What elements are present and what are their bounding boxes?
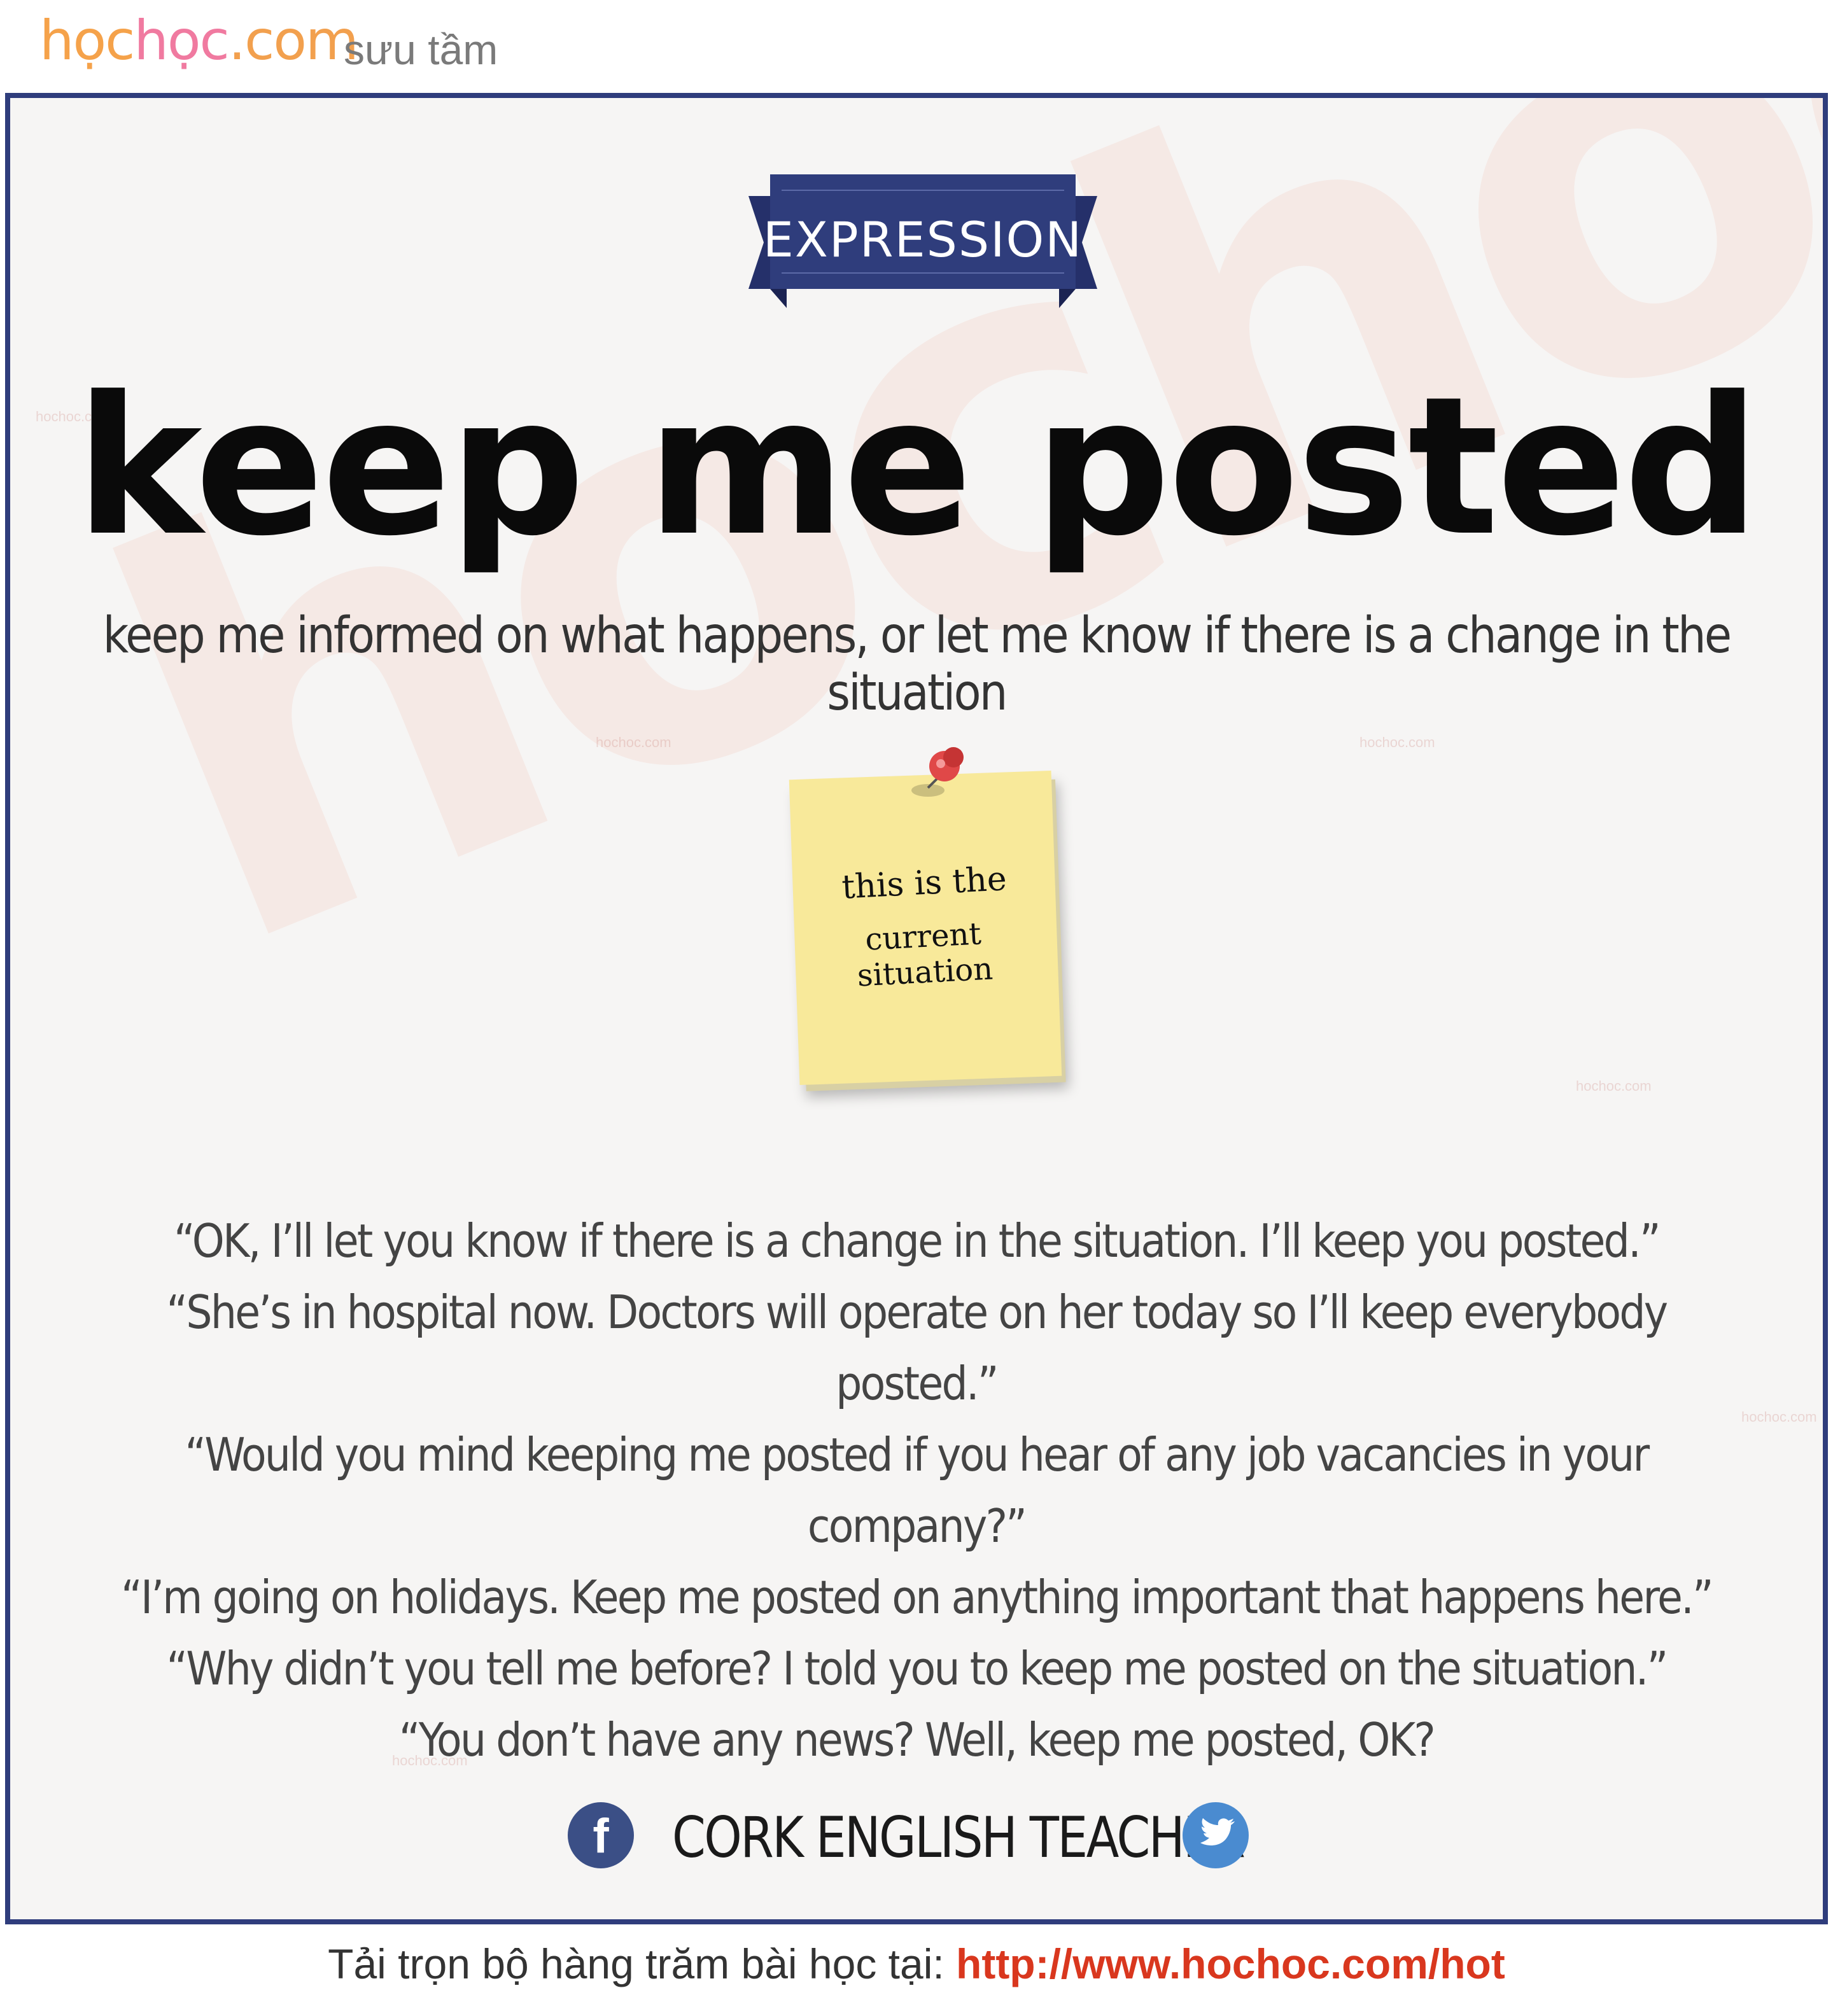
site-header: họchọc.com sưu tầm xyxy=(0,0,1833,93)
example-sentence: “She’s in hospital now. Doctors will ope… xyxy=(166,1285,1669,1410)
brand-name: CORK ENGLISH TEACHER xyxy=(672,1805,1246,1870)
expression-card: hochoc.com hochoc.com hochoc.com hochoc.… xyxy=(5,93,1828,1924)
download-link[interactable]: http://www.hochoc.com/hot xyxy=(956,1940,1505,1987)
sticky-note-line2: current situation xyxy=(856,916,994,994)
example-sentence: “Why didn’t you tell me before? I told y… xyxy=(166,1642,1668,1695)
expression-definition: keep me informed on what happens, or let… xyxy=(102,607,1732,722)
facebook-icon[interactable]: f xyxy=(568,1802,634,1868)
header-tagline: sưu tầm xyxy=(344,26,498,73)
sticky-note: this is the current situation xyxy=(784,741,1064,1097)
expression-label: EXPRESSION xyxy=(762,211,1083,268)
download-banner: Tải trọn bộ hàng trăm bài học tại: http:… xyxy=(0,1940,1833,1988)
watermark-small: hochoc.com xyxy=(1359,734,1435,750)
twitter-icon[interactable] xyxy=(1183,1802,1249,1868)
site-logo[interactable]: họchọc.com xyxy=(39,9,359,73)
expression-title: keep me posted xyxy=(75,356,1760,578)
example-sentences: “OK, I’ll let you know if there is a cha… xyxy=(10,1205,1823,1775)
watermark-small: hochoc.com xyxy=(1576,1078,1652,1094)
social-footer: f CORK ENGLISH TEACHER xyxy=(10,1798,1823,1875)
example-sentence: “I’m going on holidays. Keep me posted o… xyxy=(121,1571,1714,1624)
expression-ribbon: EXPRESSION xyxy=(748,174,1097,308)
download-text: Tải trọn bộ hàng trăm bài học tại: xyxy=(328,1940,957,1987)
push-pin-icon xyxy=(911,747,964,797)
example-sentence: “Would you mind keeping me posted if you… xyxy=(185,1428,1650,1553)
example-sentence: “OK, I’ll let you know if there is a cha… xyxy=(174,1214,1661,1268)
watermark-small: hochoc.com xyxy=(596,734,671,750)
example-sentence: “You don’t have any news? Well, keep me … xyxy=(398,1713,1436,1767)
